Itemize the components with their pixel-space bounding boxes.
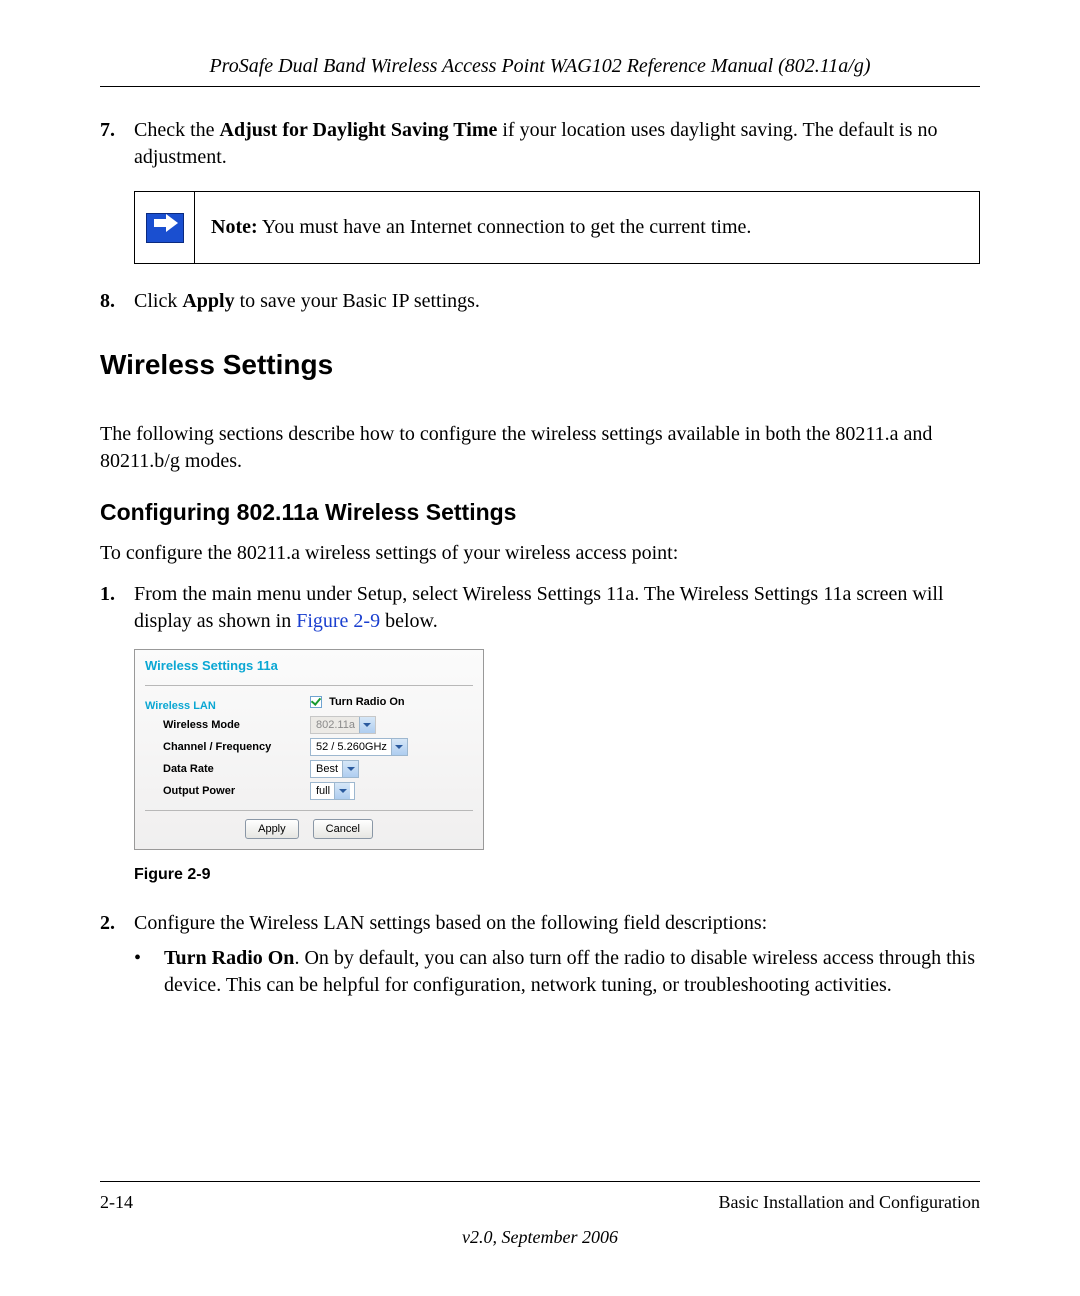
figure-caption: Figure 2-9	[134, 866, 980, 884]
step-body: Configure the Wireless LAN settings base…	[134, 910, 980, 937]
panel-title: Wireless Settings 11a	[145, 658, 473, 686]
apply-button[interactable]: Apply	[245, 819, 299, 839]
page-footer: 2-14 Basic Installation and Configuratio…	[100, 1181, 980, 1248]
step-number: 7.	[100, 117, 134, 171]
figure-link[interactable]: Figure 2-9	[296, 610, 380, 632]
step-2: 2. Configure the Wireless LAN settings b…	[100, 910, 980, 937]
version-line: v2.0, September 2006	[100, 1227, 980, 1248]
select-value: 802.11a	[316, 719, 355, 731]
panel-section-label: Wireless LAN	[145, 692, 310, 712]
turn-radio-label: Turn Radio On	[329, 696, 405, 708]
bold-term: Adjust for Daylight Saving Time	[220, 119, 498, 141]
chevron-down-icon	[342, 761, 358, 777]
step-body: From the main menu under Setup, select W…	[134, 581, 980, 635]
page-number: 2-14	[100, 1192, 133, 1213]
heading-configuring-80211a: Configuring 802.11a Wireless Settings	[100, 499, 980, 526]
bullet-turn-radio-on: • Turn Radio On. On by default, you can …	[134, 945, 980, 999]
text: Click	[134, 290, 182, 312]
step-number: 2.	[100, 910, 134, 937]
select-value: Best	[316, 763, 338, 775]
chevron-down-icon	[359, 717, 375, 733]
step-1: 1. From the main menu under Setup, selec…	[100, 581, 980, 635]
turn-radio-field: Turn Radio On	[310, 696, 405, 708]
note-box: Note: You must have an Internet connecti…	[134, 191, 980, 264]
page-header-title: ProSafe Dual Band Wireless Access Point …	[100, 55, 980, 78]
heading-wireless-settings: Wireless Settings	[100, 349, 980, 381]
data-rate-label: Data Rate	[145, 763, 310, 775]
step-body: Click Apply to save your Basic IP settin…	[134, 288, 980, 315]
wireless-mode-label: Wireless Mode	[145, 719, 310, 731]
bold-term: Turn Radio On	[164, 947, 294, 969]
channel-frequency-label: Channel / Frequency	[145, 741, 310, 753]
wireless-mode-select[interactable]: 802.11a	[310, 716, 376, 734]
cancel-button[interactable]: Cancel	[313, 819, 373, 839]
intro-paragraph: The following sections describe how to c…	[100, 421, 980, 475]
paragraph: To configure the 80211.a wireless settin…	[100, 540, 980, 567]
select-value: full	[316, 785, 330, 797]
text: below.	[380, 610, 438, 632]
data-rate-select[interactable]: Best	[310, 760, 359, 778]
step-7: 7. Check the Adjust for Daylight Saving …	[100, 117, 980, 171]
note-body: You must have an Internet connection to …	[258, 216, 752, 238]
note-text: Note: You must have an Internet connecti…	[195, 192, 979, 263]
turn-radio-checkbox[interactable]	[310, 696, 322, 708]
step-number: 8.	[100, 288, 134, 315]
chevron-down-icon	[391, 739, 407, 755]
select-value: 52 / 5.260GHz	[316, 741, 387, 753]
wireless-settings-panel: Wireless Settings 11a Wireless LAN Turn …	[134, 649, 484, 850]
text: to save your Basic IP settings.	[235, 290, 480, 312]
step-body: Check the Adjust for Daylight Saving Tim…	[134, 117, 980, 171]
header-rule	[100, 86, 980, 87]
step-number: 1.	[100, 581, 134, 635]
bullet-marker: •	[134, 945, 164, 999]
chevron-down-icon	[334, 783, 350, 799]
footer-rule	[100, 1181, 980, 1182]
section-name: Basic Installation and Configuration	[719, 1192, 980, 1213]
step-8: 8. Click Apply to save your Basic IP set…	[100, 288, 980, 315]
note-icon-cell	[135, 192, 195, 263]
text: Check the	[134, 119, 220, 141]
channel-frequency-select[interactable]: 52 / 5.260GHz	[310, 738, 408, 756]
arrow-right-icon	[146, 213, 184, 243]
text: From the main menu under Setup, select W…	[134, 583, 944, 632]
bullet-body: Turn Radio On. On by default, you can al…	[164, 945, 980, 999]
output-power-label: Output Power	[145, 785, 310, 797]
output-power-select[interactable]: full	[310, 782, 355, 800]
note-label: Note:	[211, 216, 258, 238]
bold-term: Apply	[182, 290, 234, 312]
